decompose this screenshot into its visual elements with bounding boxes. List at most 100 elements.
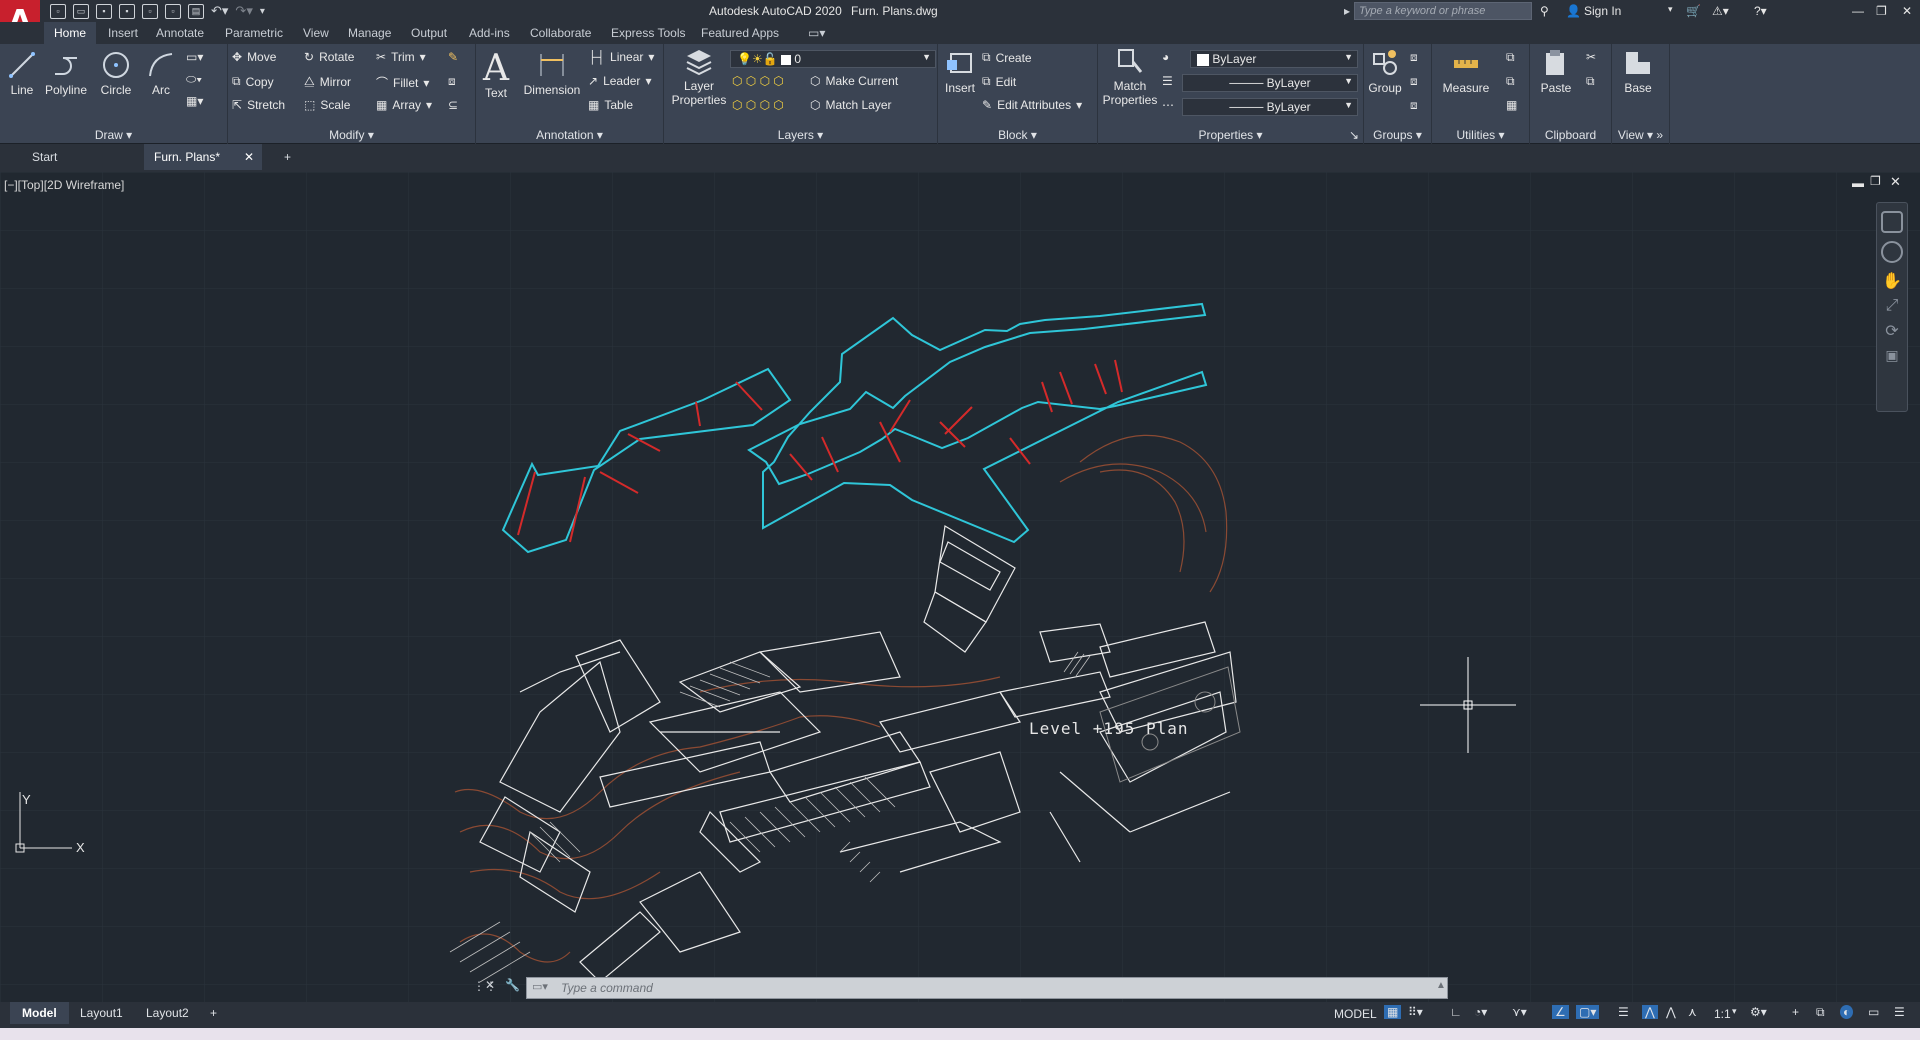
erase-icon[interactable]: ✎ (448, 50, 458, 64)
annotation-visibility-icon[interactable]: ⋀ (1642, 1005, 1658, 1019)
new-file-icon[interactable]: ▫ (50, 3, 66, 19)
tab-start[interactable]: Start (22, 144, 140, 170)
close-tab-icon[interactable]: ✕ (244, 150, 254, 164)
tab-manage[interactable]: Manage (348, 26, 391, 40)
tab-furn-plans[interactable]: Furn. Plans* ✕ (144, 144, 262, 170)
grid-toggle-icon[interactable]: ▦ (1384, 1005, 1402, 1019)
object-snap-tracking-icon[interactable]: ∠ (1552, 1005, 1569, 1019)
lineweight-toggle-icon[interactable]: ☰ (1618, 1005, 1629, 1019)
array-button[interactable]: ▦ Array ▾ (376, 98, 432, 112)
search-input[interactable]: Type a keyword or phrase (1354, 2, 1532, 20)
properties-launcher-icon[interactable]: ↘ (1349, 128, 1359, 142)
annotation-panel-label[interactable]: Annotation ▾ (476, 128, 663, 142)
calculator-icon[interactable]: ▦ (1506, 98, 1517, 112)
block-panel-label[interactable]: Block ▾ (938, 128, 1097, 142)
viewport-restore-icon[interactable]: ❐ (1870, 174, 1881, 188)
fillet-button[interactable]: ⌒ Fillet ▾ (376, 74, 429, 91)
measure-button[interactable]: Measure (1436, 48, 1496, 95)
tab-parametric[interactable]: Parametric (225, 26, 283, 40)
autoscale-icon[interactable]: ⋀ (1666, 1005, 1676, 1019)
viewport-minimize-icon[interactable]: ▬ (1852, 176, 1864, 190)
tab-model[interactable]: Model (10, 1002, 69, 1024)
minimize-icon[interactable]: — (1852, 4, 1864, 18)
isodraft-icon[interactable]: ⋎▾ (1512, 1005, 1527, 1019)
rectangle-icon[interactable]: ▭▾ (186, 50, 203, 64)
layers-panel-label[interactable]: Layers ▾ (664, 128, 937, 142)
snap-toggle-icon[interactable]: ⠿▾ (1408, 1005, 1423, 1019)
tab-express-tools[interactable]: Express Tools (611, 26, 685, 40)
linear-button[interactable]: ├┤ Linear ▾ (588, 50, 654, 64)
clipboard-panel-label[interactable]: Clipboard (1530, 128, 1611, 142)
leader-button[interactable]: ↗ Leader ▾ (588, 74, 651, 88)
group-button[interactable]: Group (1366, 48, 1404, 95)
annotation-monitor-icon[interactable]: + (1792, 1005, 1799, 1019)
isolate-objects-icon[interactable]: ◐ (1840, 1005, 1854, 1019)
orbit-icon[interactable]: ⟳ (1877, 321, 1907, 341)
pan-icon[interactable]: ✋ (1877, 271, 1907, 291)
tab-featured-apps[interactable]: Featured Apps (701, 26, 779, 40)
quick-select-icon[interactable]: ⧉ (1506, 50, 1515, 65)
customization-menu-icon[interactable]: ☰ (1894, 1005, 1905, 1019)
properties-panel-label[interactable]: Properties ▾ ↘ (1098, 128, 1363, 142)
layer-tools-row1-icons[interactable]: ⬡ ⬡ ⬡ ⬡ (732, 74, 784, 88)
command-close-icon[interactable]: ✕ (485, 978, 495, 992)
tab-insert[interactable]: Insert (108, 26, 138, 40)
sign-in-dropdown-icon[interactable]: ▾ (1668, 4, 1673, 15)
copy-button[interactable]: ⧉ Copy (232, 74, 274, 89)
match-layer-button[interactable]: ⬡ Match Layer (810, 98, 892, 112)
steering-wheel-icon[interactable] (1881, 241, 1903, 263)
help-icon[interactable]: ?▾ (1754, 4, 1767, 18)
sign-in-button[interactable]: Sign In (1584, 4, 1621, 18)
open-web-icon[interactable]: ▫ (142, 3, 158, 19)
drawing-canvas[interactable]: Level +195 Plan Y X [−][Top][2D Wirefram… (0, 172, 1920, 1002)
binoculars-icon[interactable]: ⚲ (1540, 4, 1549, 18)
ribbon-options-icon[interactable]: ▭▾ (808, 26, 825, 40)
save-as-icon[interactable]: ▪ (119, 3, 135, 19)
object-snap-icon[interactable]: ▢▾ (1576, 1005, 1600, 1019)
modify-panel-label[interactable]: Modify ▾ (228, 128, 475, 142)
edit-block-button[interactable]: ⧉ Edit (982, 74, 1016, 89)
ellipse-icon[interactable]: ⬭▾ (186, 72, 202, 87)
mirror-button[interactable]: ⧋ Mirror (304, 74, 351, 89)
tab-view[interactable]: View (303, 26, 329, 40)
units-icon[interactable]: ⧉ (1816, 1005, 1825, 1020)
undo-icon[interactable]: ↶▾ (211, 3, 228, 19)
create-block-button[interactable]: ⧉ Create (982, 50, 1032, 65)
store-cart-icon[interactable]: 🛒 (1686, 4, 1701, 18)
view-panel-label[interactable]: View ▾ » (1612, 128, 1669, 142)
workspace-gear-icon[interactable]: ⚙▾ (1750, 1005, 1767, 1019)
match-properties-button[interactable]: Match Properties (1100, 46, 1160, 107)
cut-icon[interactable]: ✂ (1586, 50, 1596, 64)
explode-icon[interactable]: ⧈ (448, 74, 456, 89)
group-select-icon[interactable]: ⧈ (1410, 98, 1418, 113)
ungroup-icon[interactable]: ⧈ (1410, 50, 1418, 65)
redo-icon[interactable]: ↷▾ (235, 3, 252, 19)
ortho-toggle-icon[interactable]: ∟ (1450, 1005, 1462, 1019)
linetype-dropdown[interactable]: ──── ByLayer ▼ (1182, 98, 1358, 116)
color-dropdown[interactable]: ByLayer ▼ (1190, 50, 1358, 68)
utilities-panel-label[interactable]: Utilities ▾ (1432, 128, 1529, 142)
circle-button[interactable]: Circle (96, 50, 136, 97)
hatch-icon[interactable]: ▦▾ (186, 94, 203, 108)
viewcube-icon[interactable] (1881, 211, 1903, 233)
polyline-button[interactable]: Polyline (42, 50, 90, 97)
command-input[interactable]: Type a command (526, 977, 1448, 999)
group-edit-icon[interactable]: ⧈ (1410, 74, 1418, 89)
drawing-svg[interactable]: Level +195 Plan Y X (0, 172, 1920, 1002)
rotate-button[interactable]: ↻ Rotate (304, 50, 354, 64)
zoom-extents-icon[interactable]: ⤢ (1877, 297, 1907, 315)
table-button[interactable]: ▦ Table (588, 98, 633, 112)
scale-button[interactable]: ⬚ Scale (304, 98, 350, 112)
tab-home[interactable]: Home (44, 22, 97, 44)
offset-icon[interactable]: ⊆ (448, 98, 458, 112)
command-history-icon[interactable]: ▲ (1436, 980, 1446, 991)
insert-button[interactable]: Insert (940, 48, 980, 95)
maximize-icon[interactable]: ❐ (1876, 4, 1887, 18)
model-space-toggle[interactable]: MODEL (1334, 1007, 1377, 1021)
add-layout-button[interactable]: + (210, 1006, 217, 1020)
tab-add-ins[interactable]: Add-ins (469, 26, 510, 40)
search-expand-icon[interactable]: ▸ (1344, 4, 1350, 18)
layer-dropdown[interactable]: 💡☀🔓 0 ▼ (730, 50, 936, 68)
a360-icon[interactable]: ⚠▾ (1712, 4, 1729, 18)
new-tab-button[interactable]: + (274, 144, 301, 170)
